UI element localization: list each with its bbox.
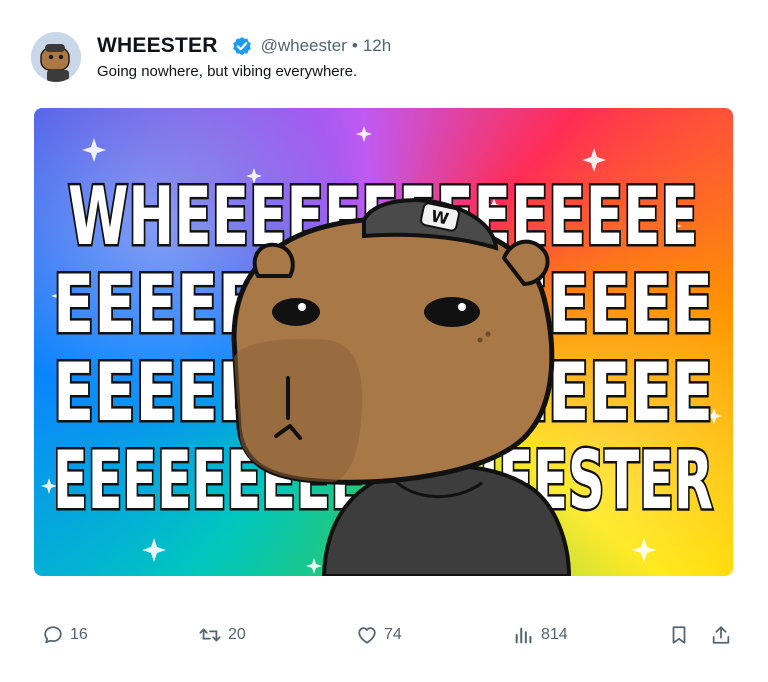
views-icon — [513, 624, 535, 646]
tweet-card[interactable]: WHEESTER @wheester • 12h Going nowhere, … — [0, 0, 768, 682]
handle[interactable]: @wheester — [261, 36, 347, 56]
separator-dot: • — [351, 36, 358, 55]
timestamp[interactable]: 12h — [363, 36, 391, 56]
repost-button[interactable]: 20 — [198, 620, 246, 650]
tweet-image[interactable]: WHEEEEEEEEEEEEEE EEEEEEEEEEEEEEEE EEEEEE… — [34, 108, 733, 576]
tweet-header: WHEESTER @wheester • 12h — [97, 33, 391, 59]
like-count: 74 — [384, 626, 402, 643]
like-button[interactable]: 74 — [356, 620, 402, 650]
reply-count: 16 — [70, 626, 88, 643]
reply-button[interactable]: 16 — [42, 620, 88, 650]
display-name[interactable]: WHEESTER — [97, 34, 218, 58]
avatar[interactable] — [31, 32, 81, 82]
verified-badge-icon — [230, 34, 254, 58]
reply-icon — [42, 624, 64, 646]
tweet-actions: 16 20 74 814 — [0, 620, 768, 650]
bookmark-button[interactable] — [668, 620, 690, 650]
views-count: 814 — [541, 626, 568, 643]
share-button[interactable] — [710, 620, 732, 650]
share-icon — [710, 624, 732, 646]
tweet-text: Going nowhere, but vibing everywhere. — [97, 63, 358, 80]
bookmark-icon — [668, 624, 690, 646]
repost-count: 20 — [228, 626, 246, 643]
views-button[interactable]: 814 — [513, 620, 568, 650]
repost-icon — [198, 624, 222, 646]
like-icon — [356, 624, 378, 646]
